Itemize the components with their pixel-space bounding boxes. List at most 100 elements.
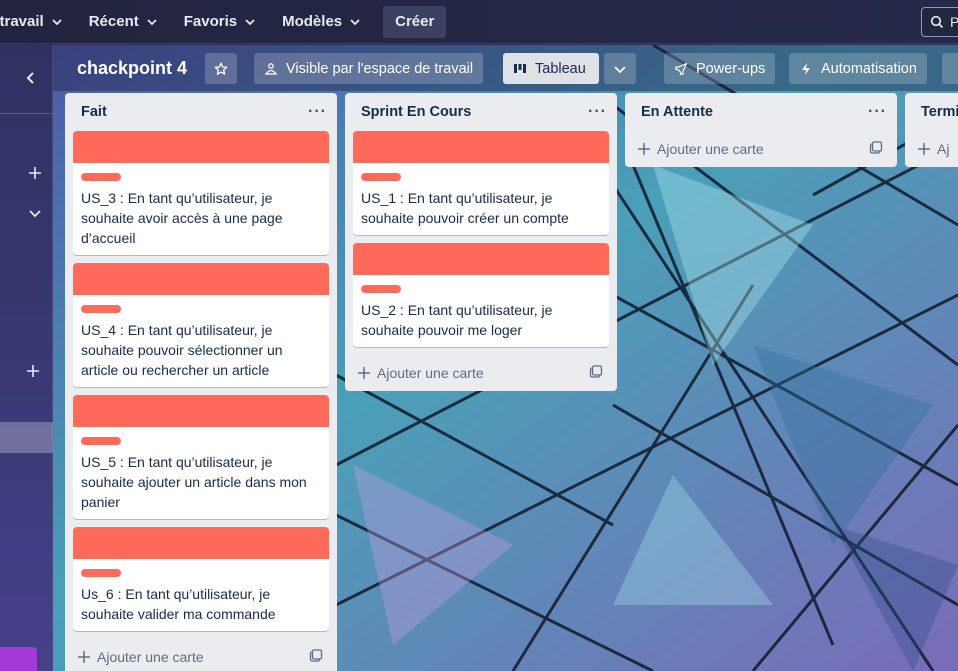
card[interactable]: US_3 : En tant qu’utilisateur, je souhai… <box>73 131 329 255</box>
card[interactable]: US_2 : En tant qu’utilisateur, je souhai… <box>353 243 609 347</box>
templates-menu[interactable]: Modèles <box>269 6 374 38</box>
recent-menu[interactable]: Récent <box>76 6 171 38</box>
chevron-down-icon <box>29 210 41 218</box>
card-label <box>361 285 401 293</box>
filter-button[interactable] <box>942 53 958 84</box>
chevron-down-icon <box>350 18 360 25</box>
plus-icon <box>78 651 90 663</box>
create-button[interactable]: Créer <box>383 5 447 38</box>
card-label <box>81 569 121 577</box>
list-title[interactable]: Fait <box>81 104 107 120</box>
card-title: US_2 : En tant qu’utilisateur, je souhai… <box>361 302 553 338</box>
add-card-button[interactable]: Ajouter une carte <box>357 365 484 381</box>
card-title: US_5 : En tant qu’utilisateur, je souhai… <box>81 454 307 510</box>
template-icon <box>869 140 883 154</box>
template-icon <box>589 364 603 378</box>
add-card-row: Aj <box>905 131 958 167</box>
create-from-template-button[interactable] <box>309 648 323 666</box>
sidebar-item-active-board[interactable] <box>0 422 53 453</box>
add-card-label: Aj <box>937 141 950 157</box>
board-title[interactable]: chackpoint 4 <box>77 58 187 79</box>
recent-label: Récent <box>88 13 139 30</box>
add-board-button[interactable] <box>24 362 42 380</box>
card-cover <box>73 263 329 295</box>
card-title: US_3 : En tant qu’utilisateur, je souhai… <box>81 190 283 246</box>
card-label <box>81 305 121 313</box>
list-menu-icon[interactable]: ··· <box>588 103 607 121</box>
add-card-row: Ajouter une carte <box>65 639 337 671</box>
plus-icon <box>27 365 39 377</box>
list-title[interactable]: Termi <box>921 104 958 120</box>
list-menu-icon[interactable]: ··· <box>868 103 887 121</box>
plus-icon <box>638 143 650 155</box>
chevron-left-icon <box>26 72 34 84</box>
list-fait: Fait ··· US_3 : En tant qu’utilisateur, … <box>65 93 337 671</box>
favorites-label: Favoris <box>183 13 238 30</box>
search-input[interactable]: P <box>921 7 958 37</box>
workspaces-menu[interactable]: e travail <box>0 6 76 38</box>
card-label <box>81 173 121 181</box>
workspaces-label: e travail <box>0 13 44 30</box>
chevron-down-icon <box>147 18 157 25</box>
card-title: Us_6 : En tant qu’utilisateur, je souhai… <box>81 586 276 622</box>
list-en-attente: En Attente ··· Ajouter une carte <box>625 93 897 167</box>
search-icon <box>930 15 944 29</box>
create-from-template-button[interactable] <box>869 140 883 158</box>
templates-label: Modèles <box>282 13 343 30</box>
add-card-label: Ajouter une carte <box>377 365 484 381</box>
list-termine: Termi Aj <box>905 93 958 167</box>
list-header: En Attente ··· <box>625 93 897 131</box>
add-card-button[interactable]: Ajouter une carte <box>77 649 204 665</box>
card[interactable]: US_4 : En tant qu’utilisateur, je souhai… <box>73 263 329 387</box>
plus-icon <box>29 167 41 179</box>
card-label <box>361 173 401 181</box>
card-label <box>81 437 121 445</box>
sidebar-divider <box>0 113 53 114</box>
automation-button[interactable]: Automatisation <box>789 53 927 84</box>
add-card-row: Ajouter une carte <box>625 131 897 167</box>
card-cover <box>353 131 609 163</box>
powerups-label: Power-ups <box>696 60 766 77</box>
create-from-template-button[interactable] <box>589 364 603 382</box>
add-card-label: Ajouter une carte <box>97 649 204 665</box>
list-header: Sprint En Cours ··· <box>345 93 617 131</box>
visibility-label: Visible par l'espace de travail <box>286 60 474 77</box>
top-navbar: e travail Récent Favoris Modèles Créer P <box>0 0 958 44</box>
card[interactable]: US_1 : En tant qu’utilisateur, je souhai… <box>353 131 609 235</box>
visibility-button[interactable]: Visible par l'espace de travail <box>254 53 484 84</box>
automation-label: Automatisation <box>821 60 917 77</box>
star-board-button[interactable] <box>205 53 237 84</box>
list-sprint-en-cours: Sprint En Cours ··· US_1 : En tant qu’ut… <box>345 93 617 391</box>
card-cover <box>73 395 329 427</box>
list-header: Fait ··· <box>65 93 337 131</box>
card-cover <box>73 527 329 559</box>
powerups-button[interactable]: Power-ups <box>664 53 776 84</box>
rocket-icon <box>674 62 688 75</box>
board-view-button[interactable]: Tableau <box>503 53 599 84</box>
list-title[interactable]: Sprint En Cours <box>361 104 471 120</box>
view-switcher-button[interactable] <box>604 53 636 84</box>
card-cover <box>73 131 329 163</box>
card[interactable]: US_5 : En tant qu’utilisateur, je souhai… <box>73 395 329 519</box>
chevron-down-icon <box>245 18 255 25</box>
add-card-label: Ajouter une carte <box>657 141 764 157</box>
add-card-button[interactable]: Ajouter une carte <box>637 141 764 157</box>
sidebar-upgrade-button[interactable] <box>0 647 37 671</box>
board-header: chackpoint 4 Visible par l'espace de tra… <box>53 45 958 91</box>
expand-section-button[interactable] <box>26 204 44 222</box>
workspace-visibility-icon <box>264 62 278 75</box>
add-member-button[interactable] <box>26 164 44 182</box>
card[interactable]: Us_6 : En tant qu’utilisateur, je souhai… <box>73 527 329 631</box>
collapse-sidebar-button[interactable] <box>22 69 40 87</box>
search-placeholder: P <box>950 14 958 30</box>
favorites-menu[interactable]: Favoris <box>171 6 269 38</box>
plus-icon <box>918 143 930 155</box>
card-title: US_4 : En tant qu’utilisateur, je souhai… <box>81 322 283 378</box>
list-menu-icon[interactable]: ··· <box>308 103 327 121</box>
card-cover <box>353 243 609 275</box>
bolt-icon <box>802 62 810 75</box>
add-card-button[interactable]: Aj <box>917 141 949 157</box>
list-header: Termi <box>905 93 958 131</box>
list-title[interactable]: En Attente <box>641 104 713 120</box>
board-view-label: Tableau <box>535 60 586 77</box>
